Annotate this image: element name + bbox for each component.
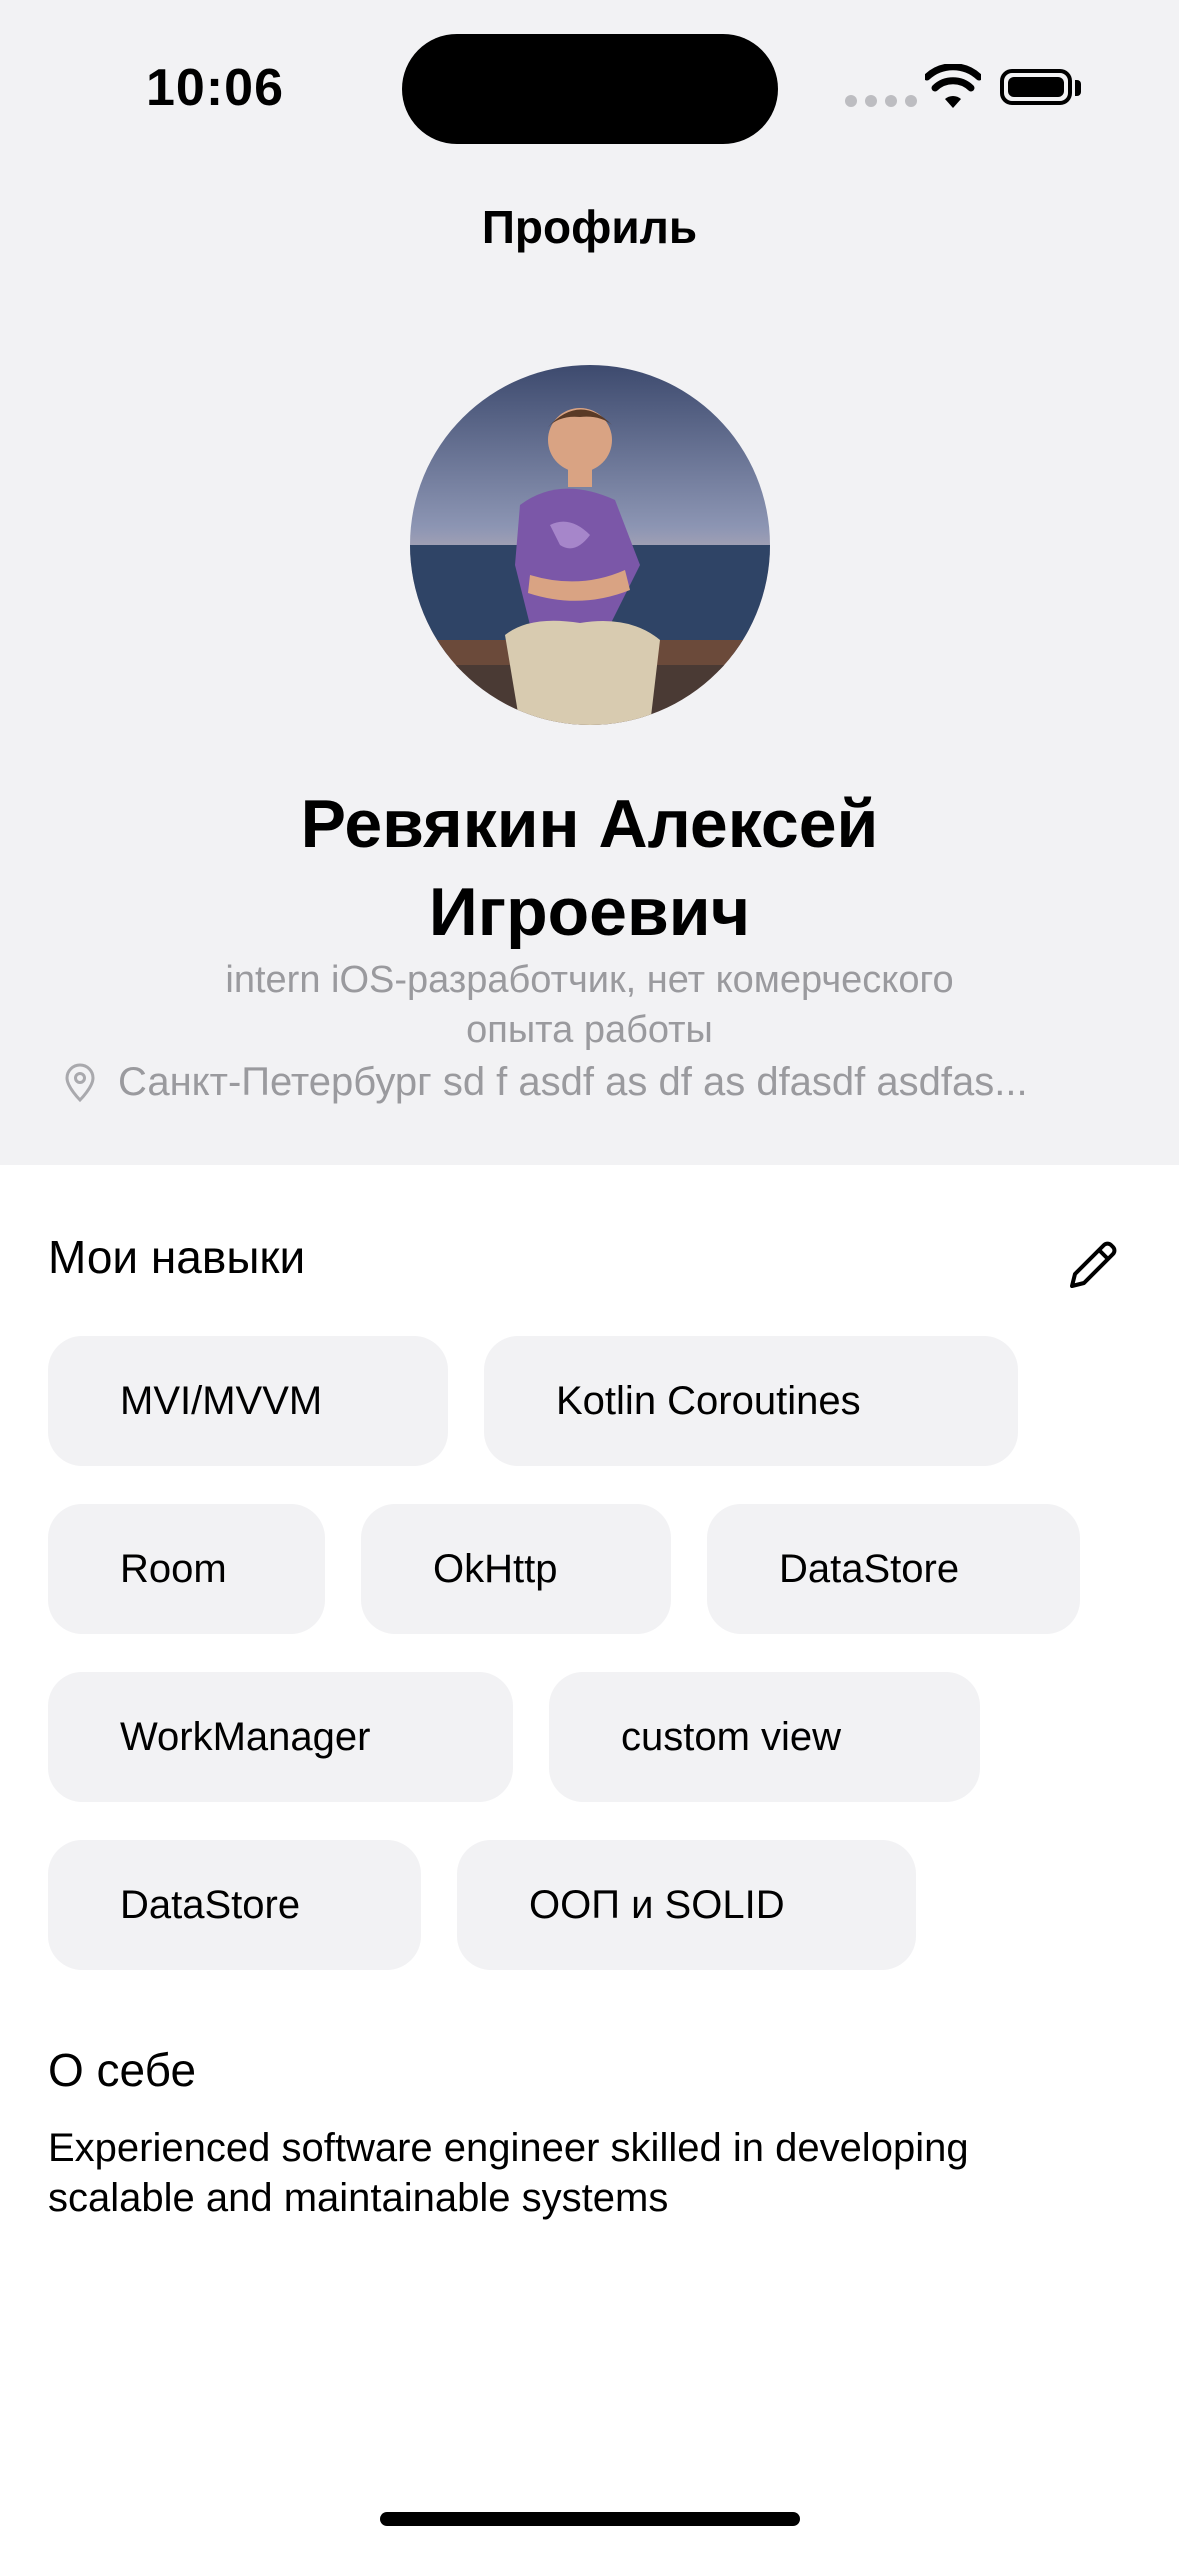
skill-chip[interactable]: Kotlin Coroutines — [484, 1336, 1018, 1466]
about-section-title: О себе — [48, 2044, 197, 2096]
skill-chip[interactable]: custom view — [549, 1672, 980, 1802]
profile-role-line2: опыта работы — [466, 1009, 713, 1051]
page-title: Профиль — [481, 201, 698, 253]
dynamic-island — [402, 34, 778, 144]
profile-location: Санкт-Петербург sd f asdf as df as dfasd… — [60, 1060, 1130, 1105]
about-text: Experienced software engineer skilled in… — [48, 2123, 1128, 2223]
avatar[interactable] — [410, 365, 770, 725]
skill-chip[interactable]: ООП и SOLID — [457, 1840, 916, 1970]
profile-name: Ревякин Алексей Игроевич — [0, 780, 1179, 956]
skills-section-title: Мои навыки — [48, 1231, 306, 1283]
skill-chip-label: Kotlin Coroutines — [556, 1378, 861, 1423]
skill-chip-label: DataStore — [120, 1882, 301, 1927]
skill-chip-label: OkHttp — [433, 1546, 558, 1591]
home-indicator[interactable] — [380, 2512, 800, 2526]
avatar-photo — [410, 365, 770, 725]
profile-name-line2: Игроевич — [428, 874, 751, 950]
skill-chip-label: custom view — [621, 1714, 842, 1759]
skill-chip[interactable]: OkHttp — [361, 1504, 671, 1634]
location-pin-icon — [65, 1063, 95, 1102]
battery-tip — [1075, 80, 1081, 96]
skill-chip-label: MVI/MVVM — [120, 1378, 323, 1423]
skill-chip[interactable]: DataStore — [707, 1504, 1080, 1634]
wifi-icon — [925, 64, 981, 108]
profile-name-line1: Ревякин Алексей — [300, 786, 879, 862]
location-text: Санкт-Петербург sd f asdf as df as dfasd… — [118, 1060, 1028, 1104]
skill-chip[interactable]: MVI/MVVM — [48, 1336, 448, 1466]
profile-role: intern iOS-разработчик, нет комерческого… — [140, 955, 1039, 1055]
skill-chip[interactable]: Room — [48, 1504, 325, 1634]
battery-icon — [1000, 69, 1072, 105]
profile-role-line1: intern iOS-разработчик, нет комерческого — [225, 959, 954, 1001]
skill-chip-label: DataStore — [779, 1546, 960, 1591]
cellular-signal-icon — [845, 95, 917, 107]
skill-chip-label: Room — [120, 1546, 227, 1591]
skill-chip-label: ООП и SOLID — [529, 1882, 785, 1927]
status-time: 10:06 — [146, 59, 284, 117]
pencil-icon[interactable] — [1064, 1234, 1124, 1294]
about-text-line1: Experienced software engineer skilled in… — [48, 2126, 969, 2170]
about-text-line2: scalable and maintainable systems — [48, 2176, 669, 2220]
skill-chip[interactable]: DataStore — [48, 1840, 421, 1970]
skill-chip[interactable]: WorkManager — [48, 1672, 513, 1802]
skill-chip-label: WorkManager — [120, 1714, 371, 1759]
